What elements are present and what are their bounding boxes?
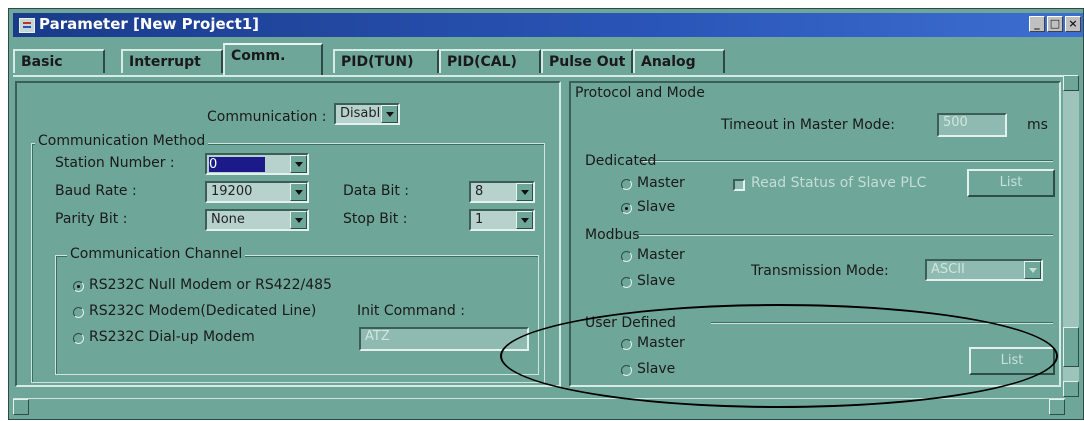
tab-basic[interactable]: Basic [13,49,105,73]
channel-option-dialup-radio[interactable] [73,333,84,344]
app-icon [19,18,35,33]
modbus-slave-label[interactable]: Slave [637,273,675,289]
scroll-left-icon[interactable] [13,399,29,415]
read-status-checkbox[interactable] [733,179,745,191]
tab-pid-tun[interactable]: PID(TUN) [333,49,439,73]
channel-option-null-modem-radio[interactable] [73,281,84,292]
parity-bit-select[interactable]: None [205,209,309,231]
chevron-down-icon[interactable] [290,155,307,173]
protocol-panel: Protocol and Mode Timeout in Master Mode… [569,81,1061,387]
close-button[interactable]: × [1065,16,1081,32]
data-bit-select[interactable]: 8 [469,181,535,203]
protocol-title: Protocol and Mode [575,85,705,101]
databit-label: Data Bit : [343,183,410,199]
divider [635,234,1053,236]
dedicated-slave-radio[interactable] [621,203,632,214]
timeout-unit: ms [1027,117,1048,133]
chevron-down-icon[interactable] [516,211,533,229]
user-master-label[interactable]: Master [637,335,685,351]
minimize-button[interactable]: _ [1029,16,1045,32]
scroll-right-icon[interactable] [1049,399,1065,415]
channel-option-dedicated-radio[interactable] [73,307,84,318]
init-command-input[interactable]: ATZ [359,327,529,351]
dedicated-master-label[interactable]: Master [637,175,685,191]
window-title: Parameter [New Project1] [39,15,260,33]
read-status-label[interactable]: Read Status of Slave PLC [751,175,926,191]
user-defined-list-button[interactable]: List [969,347,1055,375]
comm-page: Communication : Disable Communication Me… [13,75,1069,397]
chevron-down-icon[interactable] [516,183,533,201]
init-command-label: Init Command : [357,303,465,319]
maximize-button[interactable]: □ [1047,16,1063,32]
user-master-radio[interactable] [621,339,632,350]
divider [711,322,1053,324]
tab-pulse-out[interactable]: Pulse Out [541,49,633,73]
modbus-master-radio[interactable] [621,251,632,262]
parity-label: Parity Bit : [55,211,128,227]
chevron-down-icon[interactable] [1024,261,1041,279]
station-label: Station Number : [55,155,175,171]
chevron-down-icon[interactable] [381,105,398,123]
modbus-master-label[interactable]: Master [637,247,685,263]
divider [643,160,1053,162]
communication-select[interactable]: Disable [334,103,400,125]
user-slave-radio[interactable] [621,365,632,376]
channel-option-dedicated-label[interactable]: RS232C Modem(Dedicated Line) [89,303,316,319]
scroll-thumb[interactable] [1063,327,1079,367]
timeout-input[interactable]: 500 [937,113,1007,137]
tab-strip: Basic Interrupt Comm. PID(TUN) PID(CAL) … [13,43,1083,75]
tab-pid-cal[interactable]: PID(CAL) [439,49,541,73]
parameter-window: Parameter [New Project1] _ □ × Basic Int… [8,8,1084,420]
baud-rate-select[interactable]: 19200 [205,181,309,203]
user-slave-label[interactable]: Slave [637,361,675,377]
tab-interrupt[interactable]: Interrupt [121,49,223,73]
scroll-up-icon[interactable] [1063,75,1079,91]
tab-comm[interactable]: Comm. [223,43,323,75]
method-group-title: Communication Method [35,133,209,149]
communication-panel: Communication : Disable Communication Me… [15,81,561,387]
channel-group-title: Communication Channel [67,246,246,262]
dedicated-slave-label[interactable]: Slave [637,199,675,215]
stop-bit-select[interactable]: 1 [469,209,535,231]
communication-label: Communication : [207,109,327,125]
station-number-select[interactable]: 0 [205,153,309,175]
scroll-down-icon[interactable] [1063,381,1079,397]
baud-label: Baud Rate : [55,183,137,199]
timeout-label: Timeout in Master Mode: [721,117,895,133]
transmission-mode-label: Transmission Mode: [751,263,889,279]
dedicated-list-button[interactable]: List [967,169,1055,197]
horizontal-scrollbar[interactable] [13,398,1065,415]
channel-option-null-modem-label[interactable]: RS232C Null Modem or RS422/485 [89,277,332,293]
title-bar[interactable]: Parameter [New Project1] _ □ × [13,13,1083,37]
user-defined-title: User Defined [585,315,676,331]
chevron-down-icon[interactable] [290,183,307,201]
modbus-title: Modbus [585,227,640,243]
stopbit-label: Stop Bit : [343,211,408,227]
tab-analog[interactable]: Analog [633,49,725,73]
chevron-down-icon[interactable] [290,211,307,229]
channel-option-dialup-label[interactable]: RS232C Dial-up Modem [89,329,255,345]
vertical-scrollbar[interactable] [1063,75,1079,397]
modbus-slave-radio[interactable] [621,277,632,288]
transmission-mode-select[interactable]: ASCII [925,259,1043,281]
dedicated-master-radio[interactable] [621,179,632,190]
dedicated-title: Dedicated [585,153,657,169]
